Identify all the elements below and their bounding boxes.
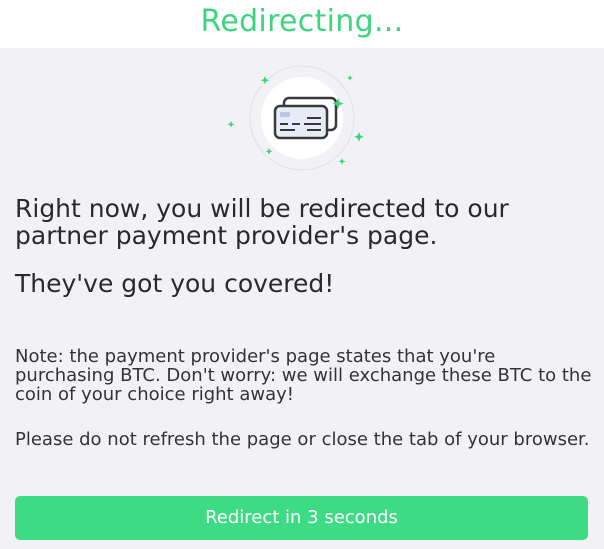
card-illustration xyxy=(225,65,379,174)
refresh-warning: Please do not refresh the page or close … xyxy=(15,429,590,450)
redirect-button[interactable]: Redirect in 3 seconds xyxy=(15,496,588,540)
redirect-message: Right now, you will be redirected to our… xyxy=(15,194,509,250)
page-header: Redirecting... xyxy=(0,0,604,48)
btc-note: Note: the payment provider's page states… xyxy=(15,346,592,405)
page-title: Redirecting... xyxy=(200,4,404,39)
reassurance-message: They've got you covered! xyxy=(15,269,335,298)
credit-card-icon xyxy=(227,65,364,171)
